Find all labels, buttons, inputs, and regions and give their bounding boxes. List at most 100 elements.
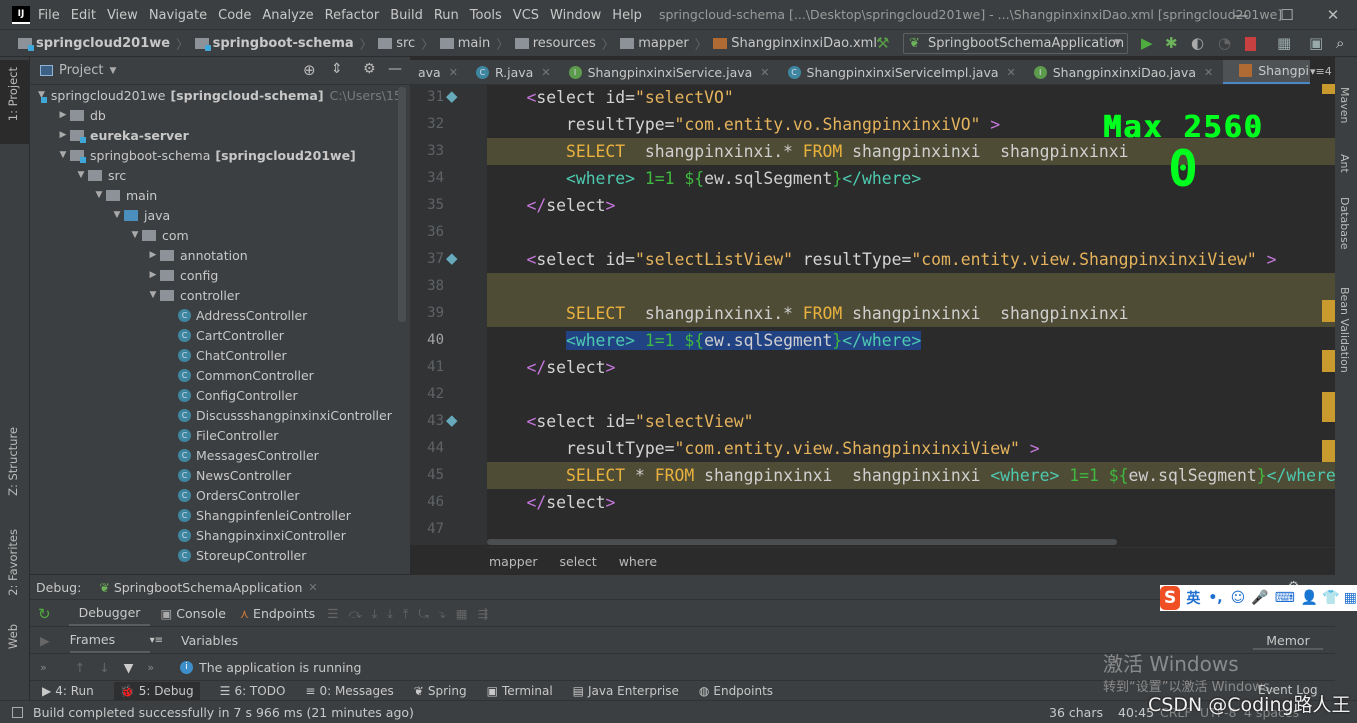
ime-punctuation[interactable]: •, xyxy=(1208,590,1222,606)
structure-tool-tab[interactable]: Z: Structure xyxy=(6,427,20,496)
expanded-arrow-icon[interactable]: ▼ xyxy=(128,230,142,240)
tool-window-button[interactable]: ▤ Java Enterprise xyxy=(573,684,679,698)
menu-edit[interactable]: Edit xyxy=(71,8,96,23)
tree-item[interactable]: ▶ annotation xyxy=(30,245,400,265)
tree-item[interactable]: ▼ controller xyxy=(30,285,400,305)
menu-refactor[interactable]: Refactor xyxy=(325,8,380,23)
menu-file[interactable]: File xyxy=(38,8,60,23)
coverage-icon[interactable]: ◐ xyxy=(1191,34,1204,52)
menu-code[interactable]: Code xyxy=(218,8,251,23)
favorites-tool-tab[interactable]: 2: Favorites xyxy=(6,529,20,596)
maven-tool-tab[interactable]: Maven xyxy=(1338,87,1351,123)
tool-window-button[interactable]: ☰ 6: TODO xyxy=(220,684,286,698)
filter-icon[interactable]: ▼ xyxy=(124,660,134,675)
profile-icon[interactable]: ◔ xyxy=(1218,34,1231,52)
tool-window-button[interactable]: ▶ 4: Run xyxy=(42,684,94,698)
close-icon[interactable]: ✕ xyxy=(308,581,317,594)
emoji-icon[interactable]: ☺ xyxy=(1231,590,1246,606)
tool-window-button[interactable]: ❦ Spring xyxy=(414,684,467,698)
project-structure-icon[interactable]: ▦ xyxy=(1277,34,1291,52)
rerun-icon[interactable]: ↻ xyxy=(38,605,51,623)
expand-icon[interactable]: » xyxy=(147,661,154,674)
database-tool-tab[interactable]: Database xyxy=(1338,197,1351,250)
tree-item[interactable]: ▼ main xyxy=(30,185,400,205)
editor-tab[interactable]: ava ✕ xyxy=(410,60,468,84)
error-stripe-marker[interactable] xyxy=(1322,84,1335,94)
close-tab-icon[interactable]: ✕ xyxy=(541,66,550,79)
collapsed-arrow-icon[interactable]: ▶ xyxy=(146,250,160,260)
menu-tools[interactable]: Tools xyxy=(470,8,502,23)
microphone-icon[interactable]: 🎤 xyxy=(1251,590,1268,606)
tree-item[interactable]: ▶ config xyxy=(30,265,400,285)
close-tab-icon[interactable]: ✕ xyxy=(760,66,769,79)
build-hammer-icon[interactable]: ⚒ xyxy=(876,34,889,52)
close-window-button[interactable]: ✕ xyxy=(1310,0,1356,30)
frame-down-icon[interactable]: ↓ xyxy=(99,660,109,675)
run-configuration-select[interactable]: ❦ SpringbootSchemaApplication ▼ xyxy=(903,33,1128,54)
tree-item[interactable]: ▼ springcloud201we [springcloud-schema] C:\… xyxy=(30,85,400,105)
tree-item[interactable]: ▼ src xyxy=(30,165,400,185)
tree-item[interactable]: ▼ java xyxy=(30,205,400,225)
tree-item[interactable]: C ShangpinxinxiController xyxy=(30,525,400,545)
expanded-arrow-icon[interactable]: ▼ xyxy=(146,290,160,300)
memory-tab[interactable]: Memor xyxy=(1253,633,1323,650)
menu-build[interactable]: Build xyxy=(390,8,423,23)
run-icon[interactable]: ▶ xyxy=(1141,34,1153,52)
tool-window-button[interactable]: ▣ Terminal xyxy=(487,684,553,698)
locate-icon[interactable]: ⊕ xyxy=(303,61,316,79)
breadcrumb-item[interactable]: mapper xyxy=(620,36,689,51)
project-view-selector[interactable]: Project xyxy=(59,63,103,78)
breadcrumb-item[interactable]: src xyxy=(378,36,415,51)
stop-icon[interactable] xyxy=(1245,37,1256,51)
tree-item[interactable]: ▼ com xyxy=(30,225,400,245)
expanded-arrow-icon[interactable]: ▼ xyxy=(56,150,70,160)
debug-icon[interactable]: ✱ xyxy=(1165,34,1178,52)
tool-window-button[interactable]: ≡ 0: Messages xyxy=(305,684,393,698)
close-tab-icon[interactable]: ✕ xyxy=(1204,66,1213,79)
console-tab[interactable]: Console xyxy=(176,606,226,621)
endpoints-tab[interactable]: Endpoints xyxy=(253,606,315,621)
error-stripe-marker[interactable] xyxy=(1322,350,1335,372)
tree-item[interactable]: C StoreupController xyxy=(30,545,400,565)
editor-tab[interactable]: ShangpinxinxiDao.xml✕ xyxy=(1223,60,1310,84)
expanded-arrow-icon[interactable]: ▼ xyxy=(74,170,88,180)
project-tool-tab[interactable]: 1: Project xyxy=(6,67,20,121)
menu-help[interactable]: Help xyxy=(612,8,642,23)
debugger-tab[interactable]: Debugger xyxy=(68,601,151,626)
editor-tab[interactable]: I ShangpinxinxiService.java ✕ xyxy=(561,60,780,84)
error-stripe-marker[interactable] xyxy=(1322,300,1335,322)
breadcrumb-item[interactable]: ShangpinxinxiDao.xml xyxy=(713,36,877,51)
menu-run[interactable]: Run xyxy=(434,8,459,23)
expand-icon[interactable]: » xyxy=(40,661,47,674)
collapsed-arrow-icon[interactable]: ▶ xyxy=(56,130,70,140)
tree-item[interactable]: C AddressController xyxy=(30,305,400,325)
breadcrumb-item[interactable]: springcloud201we xyxy=(18,36,170,51)
bean-validation-tool-tab[interactable]: Bean Validation xyxy=(1338,287,1351,373)
variables-tab[interactable]: Variables xyxy=(181,633,238,648)
tree-item[interactable]: C NewsController xyxy=(30,465,400,485)
editor-tab[interactable]: C ShangpinxinxiServiceImpl.java ✕ xyxy=(780,60,1026,84)
resume-icon[interactable]: ▶ xyxy=(40,633,50,648)
tree-item[interactable]: C ChatController xyxy=(30,345,400,365)
xml-breadcrumb-item[interactable]: where xyxy=(619,554,657,569)
collapsed-arrow-icon[interactable]: ▶ xyxy=(56,110,70,120)
editor-tab[interactable]: C R.java ✕ xyxy=(468,60,561,84)
mybatis-navigate-icon[interactable]: ◆ xyxy=(446,87,458,105)
terminal-icon[interactable]: ▣ xyxy=(1309,34,1323,52)
minimize-button[interactable]: — xyxy=(1218,0,1264,30)
tree-item[interactable]: C ConfigController xyxy=(30,385,400,405)
mybatis-navigate-icon[interactable]: ◆ xyxy=(446,411,458,429)
mybatis-navigate-icon[interactable]: ◆ xyxy=(446,249,458,267)
keyboard-icon[interactable]: ⌨ xyxy=(1275,590,1295,606)
tree-item[interactable]: ▶ eureka-server xyxy=(30,125,400,145)
hide-icon[interactable]: — xyxy=(388,61,402,77)
tree-item[interactable]: C OrdersController xyxy=(30,485,400,505)
code-editor[interactable]: <select id="selectVO" resultType="com.en… xyxy=(487,85,1335,545)
breadcrumb-item[interactable]: main xyxy=(439,36,490,51)
menu-vcs[interactable]: VCS xyxy=(513,8,539,23)
close-tab-icon[interactable]: ✕ xyxy=(449,66,458,79)
tree-item[interactable]: C MessagesController xyxy=(30,445,400,465)
xml-breadcrumb-item[interactable]: mapper xyxy=(489,554,538,569)
debug-session-tab[interactable]: SpringbootSchemaApplication xyxy=(114,580,303,595)
tabs-overflow-button[interactable]: ▾≡4 xyxy=(1310,65,1332,78)
